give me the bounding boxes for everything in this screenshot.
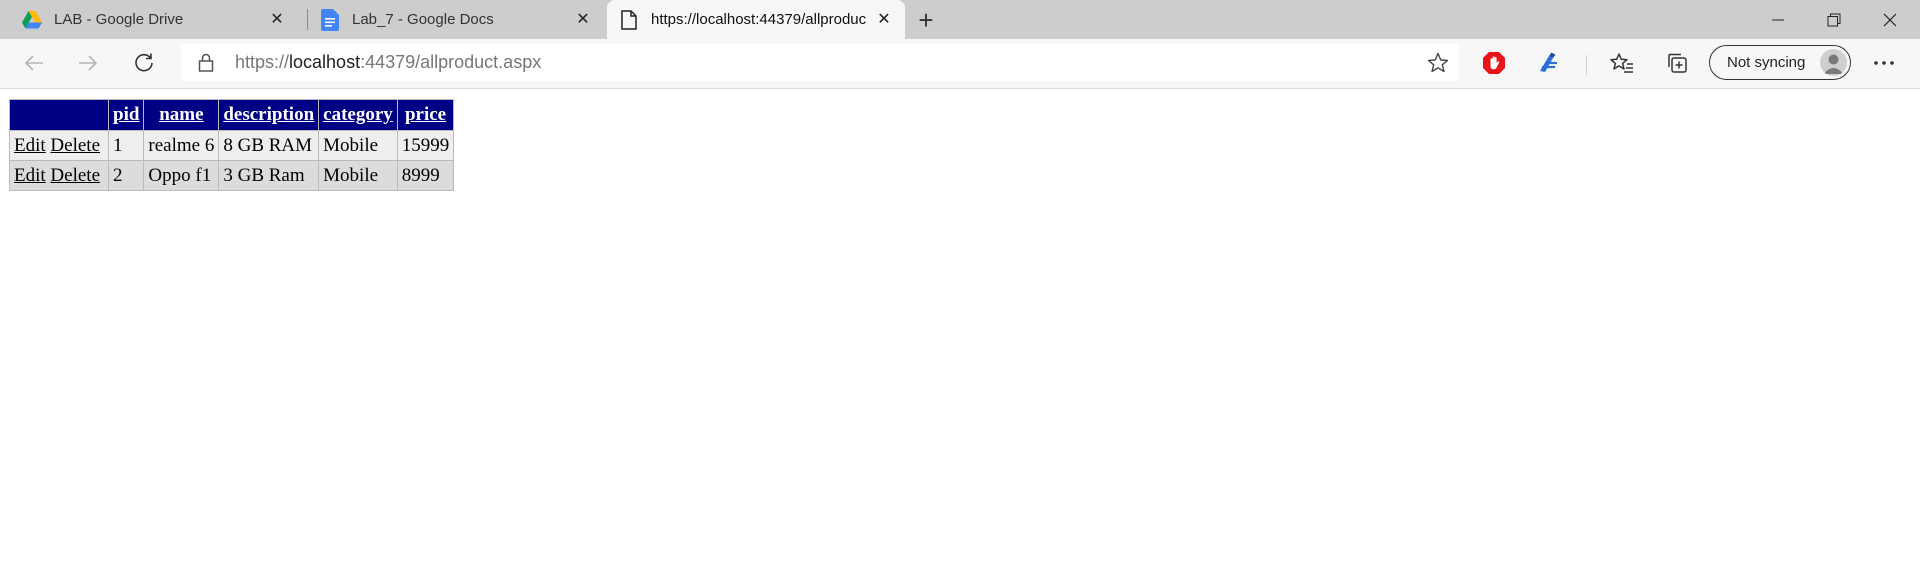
edit-link[interactable]: Edit [14, 165, 46, 186]
avatar-icon [1820, 49, 1847, 76]
row-actions: Edit Delete [9, 160, 109, 191]
table-row: Edit Delete 2 Oppo f1 3 GB Ram Mobile 89… [9, 160, 455, 191]
close-icon[interactable]: ✕ [574, 10, 592, 28]
sort-link-price[interactable]: price [405, 104, 446, 125]
delete-link[interactable]: Delete [50, 165, 100, 186]
address-bar[interactable]: https://localhost:44379/allproduct.aspx [181, 44, 1459, 81]
adblock-icon[interactable] [1478, 47, 1510, 79]
restore-button[interactable] [1806, 0, 1862, 39]
edit-link[interactable]: Edit [14, 135, 46, 156]
tab-allproduct[interactable]: https://localhost:44379/allproduct.aspx … [607, 0, 905, 39]
url-path: :44379/allproduct.aspx [360, 52, 542, 72]
grid-header-pid[interactable]: pid [107, 99, 145, 131]
grid-header-description[interactable]: description [218, 99, 320, 131]
grid-header-name[interactable]: name [143, 99, 220, 131]
new-tab-button[interactable]: + [912, 5, 940, 35]
sort-link-description[interactable]: description [223, 104, 314, 125]
cell-name: Oppo f1 [143, 160, 220, 191]
cell-description: 3 GB Ram [218, 160, 320, 191]
tab-title: https://localhost:44379/allproduct.aspx [651, 11, 866, 28]
row-actions: Edit Delete [9, 130, 109, 161]
google-docs-icon [320, 8, 340, 31]
more-menu-icon[interactable] [1868, 47, 1900, 79]
reading-extension-icon[interactable] [1532, 47, 1564, 79]
minimize-button[interactable] [1750, 0, 1806, 39]
cell-price: 15999 [396, 130, 455, 161]
cell-description: 8 GB RAM [218, 130, 320, 161]
page-content: pid name description category price Edit… [0, 89, 1920, 586]
cell-pid: 2 [107, 160, 145, 191]
page-icon [619, 9, 639, 30]
favorites-icon[interactable] [1606, 47, 1638, 79]
window-close-button[interactable] [1862, 0, 1918, 39]
profile-label: Not syncing [1727, 54, 1806, 71]
table-row: Edit Delete 1 realme 6 8 GB RAM Mobile 1… [9, 130, 455, 161]
toolbar-separator [1586, 55, 1587, 75]
cell-category: Mobile [318, 160, 398, 191]
forward-button[interactable] [72, 47, 104, 79]
grid-header-row: pid name description category price [9, 99, 455, 131]
delete-link[interactable]: Delete [50, 135, 100, 156]
url-scheme: https:// [235, 52, 290, 72]
browser-toolbar: https://localhost:44379/allproduct.aspx [0, 39, 1920, 89]
refresh-button[interactable] [128, 47, 160, 79]
tab-title: LAB - Google Drive [54, 11, 184, 28]
product-grid: pid name description category price Edit… [9, 99, 455, 191]
sort-link-pid[interactable]: pid [113, 104, 139, 125]
google-drive-icon [22, 10, 42, 30]
close-icon[interactable]: ✕ [268, 10, 286, 28]
grid-header-price[interactable]: price [396, 99, 455, 131]
cell-price: 8999 [396, 160, 455, 191]
url-host: localhost [289, 52, 361, 72]
sort-link-category[interactable]: category [323, 104, 393, 125]
url-text[interactable]: https://localhost:44379/allproduct.aspx [235, 52, 541, 73]
cell-name: realme 6 [143, 130, 220, 161]
tab-google-drive[interactable]: LAB - Google Drive ✕ [0, 0, 308, 39]
profile-button[interactable]: Not syncing [1709, 45, 1851, 80]
tab-strip: LAB - Google Drive ✕ Lab_7 - Google Docs… [0, 0, 1920, 39]
grid-header-category[interactable]: category [318, 99, 398, 131]
tab-google-docs[interactable]: Lab_7 - Google Docs ✕ [308, 0, 606, 39]
lock-icon[interactable] [198, 53, 214, 77]
close-icon[interactable]: ✕ [875, 10, 893, 28]
back-button[interactable] [18, 47, 50, 79]
tab-title: Lab_7 - Google Docs [352, 11, 494, 28]
cell-pid: 1 [107, 130, 145, 161]
cell-category: Mobile [318, 130, 398, 161]
collections-icon[interactable] [1661, 47, 1693, 79]
favorite-star-icon[interactable] [1427, 52, 1449, 79]
sort-link-name[interactable]: name [159, 104, 203, 125]
grid-header-actions [9, 99, 109, 131]
